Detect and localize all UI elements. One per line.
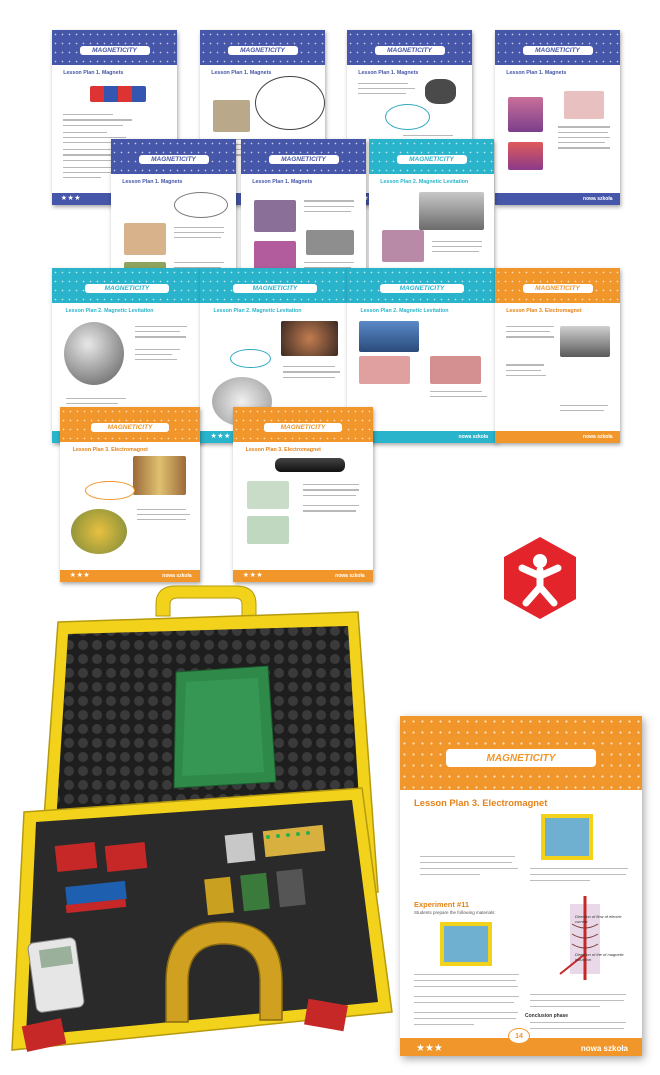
brochure-page-11: MAGNETICITY Lesson Plan 3. Electromagnet… [495, 268, 620, 443]
caption-induction: Direction of the of magnetic induction [575, 952, 624, 962]
page-number: 14 [508, 1028, 530, 1044]
lesson-title: Lesson Plan 3. Electromagnet [414, 797, 548, 808]
lesson-title: Lesson Plan 1. Magnets [63, 70, 124, 77]
experiment-intro: Students prepare the following materials… [414, 910, 496, 915]
featured-lesson-page: MAGNETICITY Lesson Plan 3. Electromagnet… [400, 716, 642, 1056]
rating-stars: ★★★ [416, 1043, 443, 1054]
brand-label: nowa szkoła [580, 1044, 628, 1053]
electromagnet-diagram [559, 896, 600, 980]
caption-current: Direction of flow of electric current [575, 914, 622, 924]
page-title: MAGNETICITY [446, 749, 596, 767]
experiment-heading: Experiment #11 [414, 900, 470, 909]
page-title: MAGNETICITY [79, 45, 150, 56]
magnets-kit-case-image [11, 585, 393, 1052]
brochure-page-12: MAGNETICITY Lesson Plan 3. Electromagnet… [60, 407, 200, 582]
nowa-szkola-logo-icon [504, 537, 576, 619]
conclusion-heading: Conclusion phase [525, 1013, 569, 1019]
brochure-page-4: MAGNETICITY Lesson Plan 1. Magnets nowa … [495, 30, 620, 205]
brochure-page-13: MAGNETICITY Lesson Plan 3. Electromagnet… [233, 407, 373, 582]
